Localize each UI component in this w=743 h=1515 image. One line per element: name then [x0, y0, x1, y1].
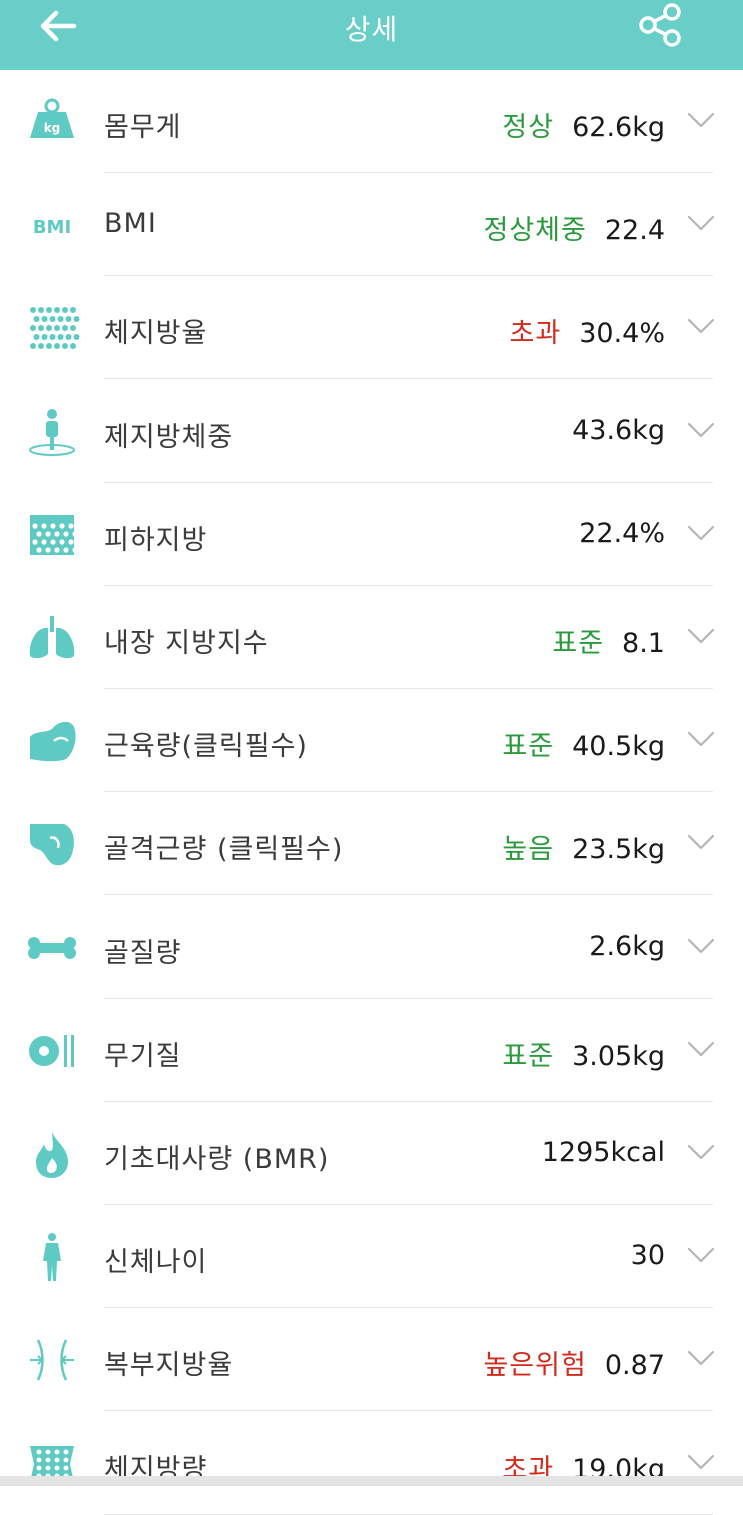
body-fat-dots-icon [24, 302, 80, 354]
chevron-down-icon[interactable] [686, 1142, 716, 1162]
list-item[interactable]: 체지방량 초과 19.0kg [0, 1412, 743, 1515]
item-value-group: 표준 3.05kg [502, 1034, 665, 1073]
item-value-group: 높음 23.5kg [502, 827, 665, 866]
flame-icon [24, 1128, 80, 1180]
chevron-down-icon[interactable] [686, 1348, 716, 1368]
item-label: 신체나이 [104, 1247, 208, 1279]
list-item[interactable]: 골질량 2.6kg [0, 896, 743, 999]
list-item[interactable]: 무기질 표준 3.05kg [0, 999, 743, 1102]
item-value: 30 [630, 1240, 665, 1272]
item-label: 골격근량 (클릭필수) [104, 834, 344, 866]
chevron-down-icon[interactable] [686, 1039, 716, 1059]
skeletal-muscle-icon [24, 818, 80, 870]
list-item[interactable]: kg 몸무게 정상 62.6kg [0, 70, 743, 173]
human-figure-icon [24, 1231, 80, 1283]
list-item[interactable]: 내장 지방지수 표준 8.1 [0, 586, 743, 689]
chevron-down-icon[interactable] [686, 420, 716, 440]
item-label: 제지방체중 [104, 421, 234, 453]
bmi-icon: BMI [24, 199, 80, 251]
item-value-group: 1295kcal [542, 1137, 665, 1168]
svg-text:BMI: BMI [33, 217, 71, 238]
list-item[interactable]: 체지방율 초과 30.4% [0, 276, 743, 380]
chevron-down-icon[interactable] [686, 626, 716, 646]
item-value-group: 표준 8.1 [552, 621, 665, 660]
item-value-group: 높은위험 0.87 [484, 1343, 666, 1382]
item-label: 몸무게 [104, 112, 182, 143]
item-value: 22.4% [579, 517, 665, 549]
item-value: 3.05kg [572, 1040, 665, 1072]
page-title: 상세 [344, 13, 399, 46]
chevron-down-icon[interactable] [686, 1245, 716, 1265]
bottom-scroll-edge [0, 1476, 743, 1486]
status-badge: 정상체중 [483, 215, 587, 247]
list-item[interactable]: 신체나이 30 [0, 1205, 743, 1309]
divider [104, 1513, 713, 1515]
subcutaneous-fat-icon [24, 509, 80, 561]
person-pin-icon [24, 406, 80, 458]
item-value: 0.87 [604, 1350, 665, 1382]
item-value-group: 22.4% [579, 518, 665, 549]
item-value: 8.1 [622, 628, 665, 659]
bone-icon [24, 922, 80, 974]
status-badge: 정상 [502, 112, 555, 143]
app-header: 상세 [0, 0, 743, 70]
item-value: 40.5kg [572, 731, 665, 763]
list-item[interactable]: 복부지방율 높은위험 0.87 [0, 1308, 743, 1412]
list-item[interactable]: 제지방체중 43.6kg [0, 380, 743, 483]
list-item[interactable]: 근육량(클릭필수) 표준 40.5kg [0, 689, 743, 793]
chevron-down-icon[interactable] [686, 316, 716, 336]
item-value-group: 초과 30.4% [510, 311, 665, 350]
item-value: 30.4% [579, 318, 665, 350]
item-value-group: 정상체중 22.4 [484, 208, 666, 247]
share-icon[interactable] [636, 2, 684, 48]
item-value: 22.4 [604, 215, 665, 247]
weight-kg-icon: kg [24, 96, 80, 148]
item-label: 기초대사량 (BMR) [104, 1144, 330, 1175]
item-value-group: 30 [631, 1240, 665, 1271]
status-badge: 표준 [552, 628, 605, 659]
chevron-down-icon[interactable] [686, 523, 716, 543]
item-label: 복부지방율 [104, 1350, 234, 1382]
chevron-down-icon[interactable] [686, 729, 716, 749]
item-value: 62.6kg [572, 112, 665, 143]
item-label: 내장 지방지수 [104, 628, 269, 659]
chevron-down-icon[interactable] [686, 832, 716, 852]
status-badge: 표준 [502, 731, 555, 763]
chevron-down-icon[interactable] [686, 936, 716, 956]
item-value: 2.6kg [589, 930, 665, 962]
chevron-down-icon[interactable] [686, 110, 716, 130]
item-value-group: 43.6kg [572, 415, 665, 446]
list-item[interactable]: 기초대사량 (BMR) 1295kcal [0, 1102, 743, 1205]
item-label: 근육량(클릭필수) [104, 731, 308, 763]
list-item[interactable]: 골격근량 (클릭필수) 높음 23.5kg [0, 792, 743, 896]
muscle-arm-icon [24, 715, 80, 767]
mineral-icon [24, 1025, 80, 1077]
item-value: 43.6kg [572, 414, 665, 446]
item-label: BMI [104, 208, 157, 240]
item-value: 23.5kg [572, 834, 665, 866]
item-value-group: 2.6kg [589, 931, 665, 962]
lungs-icon [24, 612, 80, 664]
status-badge: 높음 [502, 834, 555, 866]
item-label: 골질량 [104, 937, 182, 969]
item-label: 무기질 [104, 1040, 182, 1072]
item-value-group: 정상 62.6kg [502, 105, 665, 144]
waist-icon [24, 1334, 80, 1386]
item-label: 체지방율 [104, 318, 208, 350]
chevron-down-icon[interactable] [686, 213, 716, 233]
chevron-down-icon[interactable] [686, 1452, 716, 1472]
status-badge: 표준 [502, 1040, 555, 1072]
item-value: 1295kcal [541, 1137, 665, 1168]
list-item[interactable]: BMI BMI 정상체중 22.4 [0, 173, 743, 277]
status-badge: 높은위험 [483, 1350, 587, 1382]
item-value-group: 표준 40.5kg [502, 724, 665, 763]
list-item[interactable]: 피하지방 22.4% [0, 483, 743, 586]
item-label: 피하지방 [104, 524, 208, 556]
status-badge: 초과 [509, 318, 562, 350]
svg-text:kg: kg [44, 121, 61, 135]
